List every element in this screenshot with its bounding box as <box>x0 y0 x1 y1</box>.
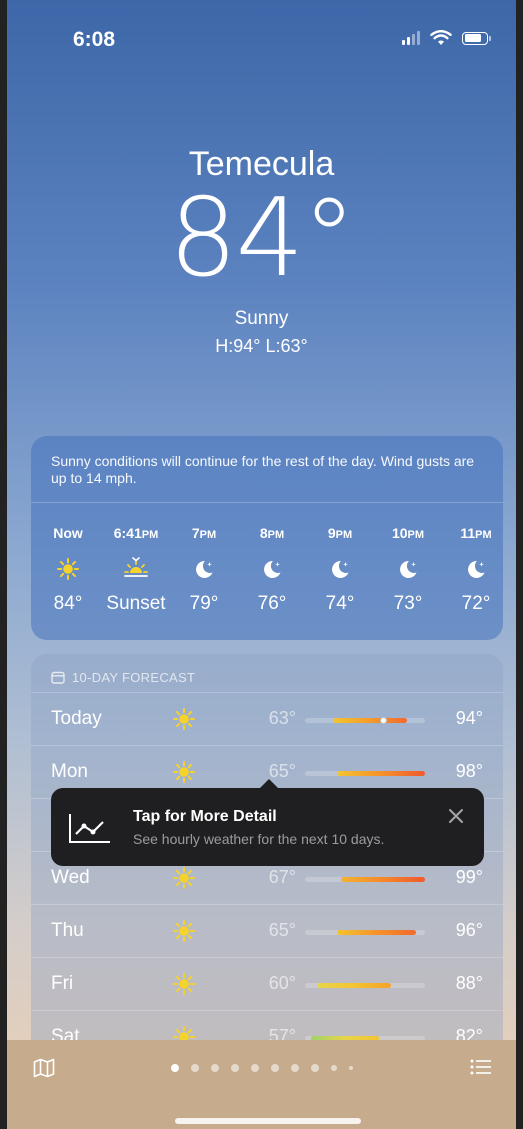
current-condition: Sunny <box>234 308 289 329</box>
high-temp: 96° <box>455 920 483 940</box>
temp-range-fill <box>337 771 425 776</box>
hourly-forecast-card[interactable]: Sunny conditions will continue for the r… <box>31 436 503 640</box>
temp-range-fill <box>337 930 416 935</box>
low-temp: 65° <box>268 920 296 940</box>
page-dot[interactable] <box>250 1064 259 1072</box>
hourly-temp: 84° <box>53 593 83 614</box>
page-dot[interactable] <box>290 1064 299 1072</box>
wifi-icon <box>430 30 452 45</box>
page-dot[interactable] <box>348 1066 353 1070</box>
temp-range-bar <box>305 930 425 935</box>
moon-stars-icon <box>305 557 375 581</box>
sun-icon <box>172 919 196 948</box>
day-row[interactable]: Thu 65° 96° <box>31 904 503 957</box>
temp-range-fill <box>317 983 391 988</box>
page-dot[interactable] <box>310 1064 319 1072</box>
tooltip-subtitle: See hourly weather for the next 10 days. <box>133 831 385 847</box>
day-name: Thu <box>51 920 84 941</box>
temp-range-bar <box>305 717 425 724</box>
hourly-temp: Sunset <box>106 593 166 614</box>
high-temp: 94° <box>455 708 483 728</box>
more-detail-tooltip[interactable]: Tap for More Detail See hourly weather f… <box>51 779 484 866</box>
page-dot[interactable] <box>190 1064 199 1072</box>
hourly-time: Now <box>53 525 83 541</box>
current-temp-dot <box>380 717 387 724</box>
hourly-time: 7PM <box>191 525 217 541</box>
low-temp: 63° <box>268 708 296 728</box>
close-icon[interactable] <box>446 806 466 826</box>
low-temp: 60° <box>268 973 296 993</box>
list-icon[interactable] <box>470 1058 492 1076</box>
status-icons <box>402 30 491 46</box>
page-dot[interactable] <box>170 1064 179 1072</box>
hourly-time: 6:41PM <box>113 525 159 541</box>
tooltip-title: Tap for More Detail <box>133 808 277 825</box>
day-name: Today <box>51 708 102 729</box>
hourly-time: 8PM <box>259 525 285 541</box>
cellular-signal-icon <box>402 31 420 45</box>
high-temp: 98° <box>455 761 483 781</box>
moon-stars-icon <box>441 557 503 581</box>
hourly-temp: 76° <box>257 593 287 614</box>
hourly-temp: 79° <box>189 593 219 614</box>
temp-range-fill <box>333 718 407 723</box>
hourly-time: 10PM <box>391 525 425 541</box>
page-dot[interactable] <box>270 1064 279 1072</box>
hourly-summary: Sunny conditions will continue for the r… <box>31 436 503 503</box>
ten-day-header: 10-DAY FORECAST <box>51 670 195 685</box>
sunset-icon <box>101 557 171 581</box>
hourly-temp: 73° <box>393 593 423 614</box>
day-row[interactable]: Fri 60° 88° <box>31 957 503 1010</box>
hourly-temp: 74° <box>325 593 355 614</box>
day-name: Wed <box>51 867 90 888</box>
status-time: 6:08 <box>73 28 116 51</box>
sun-icon <box>172 760 196 789</box>
weather-screen: 6:08 Temecula 84° Sunny H:94° L:63° Sunn… <box>7 0 516 1129</box>
day-row[interactable]: Today 63° 94° <box>31 692 503 745</box>
page-dot[interactable] <box>330 1065 337 1071</box>
page-indicator[interactable] <box>7 1064 516 1072</box>
hourly-time: 11PM <box>460 525 492 541</box>
home-indicator[interactable] <box>175 1118 361 1124</box>
day-name: Mon <box>51 761 88 782</box>
moon-stars-icon <box>373 557 443 581</box>
calendar-icon <box>51 671 65 684</box>
high-low: H:94° L:63° <box>215 336 308 356</box>
page-dot[interactable] <box>230 1064 239 1072</box>
day-name: Fri <box>51 973 74 994</box>
chart-line-icon <box>69 814 110 843</box>
moon-stars-icon <box>169 557 239 581</box>
ten-day-title: 10-DAY FORECAST <box>72 670 196 685</box>
battery-icon <box>462 31 491 45</box>
temp-range-bar <box>305 877 425 882</box>
sun-icon <box>172 972 196 1001</box>
hourly-temp: 72° <box>461 593 491 614</box>
bottom-toolbar <box>7 1040 516 1129</box>
sun-icon <box>172 707 196 736</box>
page-dot[interactable] <box>210 1064 219 1072</box>
hourly-time: 9PM <box>327 525 353 541</box>
moon-stars-icon <box>237 557 307 581</box>
low-temp: 67° <box>268 867 296 887</box>
temp-range-fill <box>341 877 425 882</box>
sun-icon <box>172 866 196 895</box>
high-temp: 99° <box>455 867 483 887</box>
hourly-row[interactable]: Now 84° 6:41PM Sunset 7PM 79° 8PM 76° 9P… <box>31 503 503 640</box>
sun-icon <box>33 557 103 581</box>
temp-range-bar <box>305 983 425 988</box>
current-temperature: 84° <box>168 176 356 301</box>
temp-range-bar <box>305 771 425 776</box>
high-temp: 88° <box>455 973 483 993</box>
